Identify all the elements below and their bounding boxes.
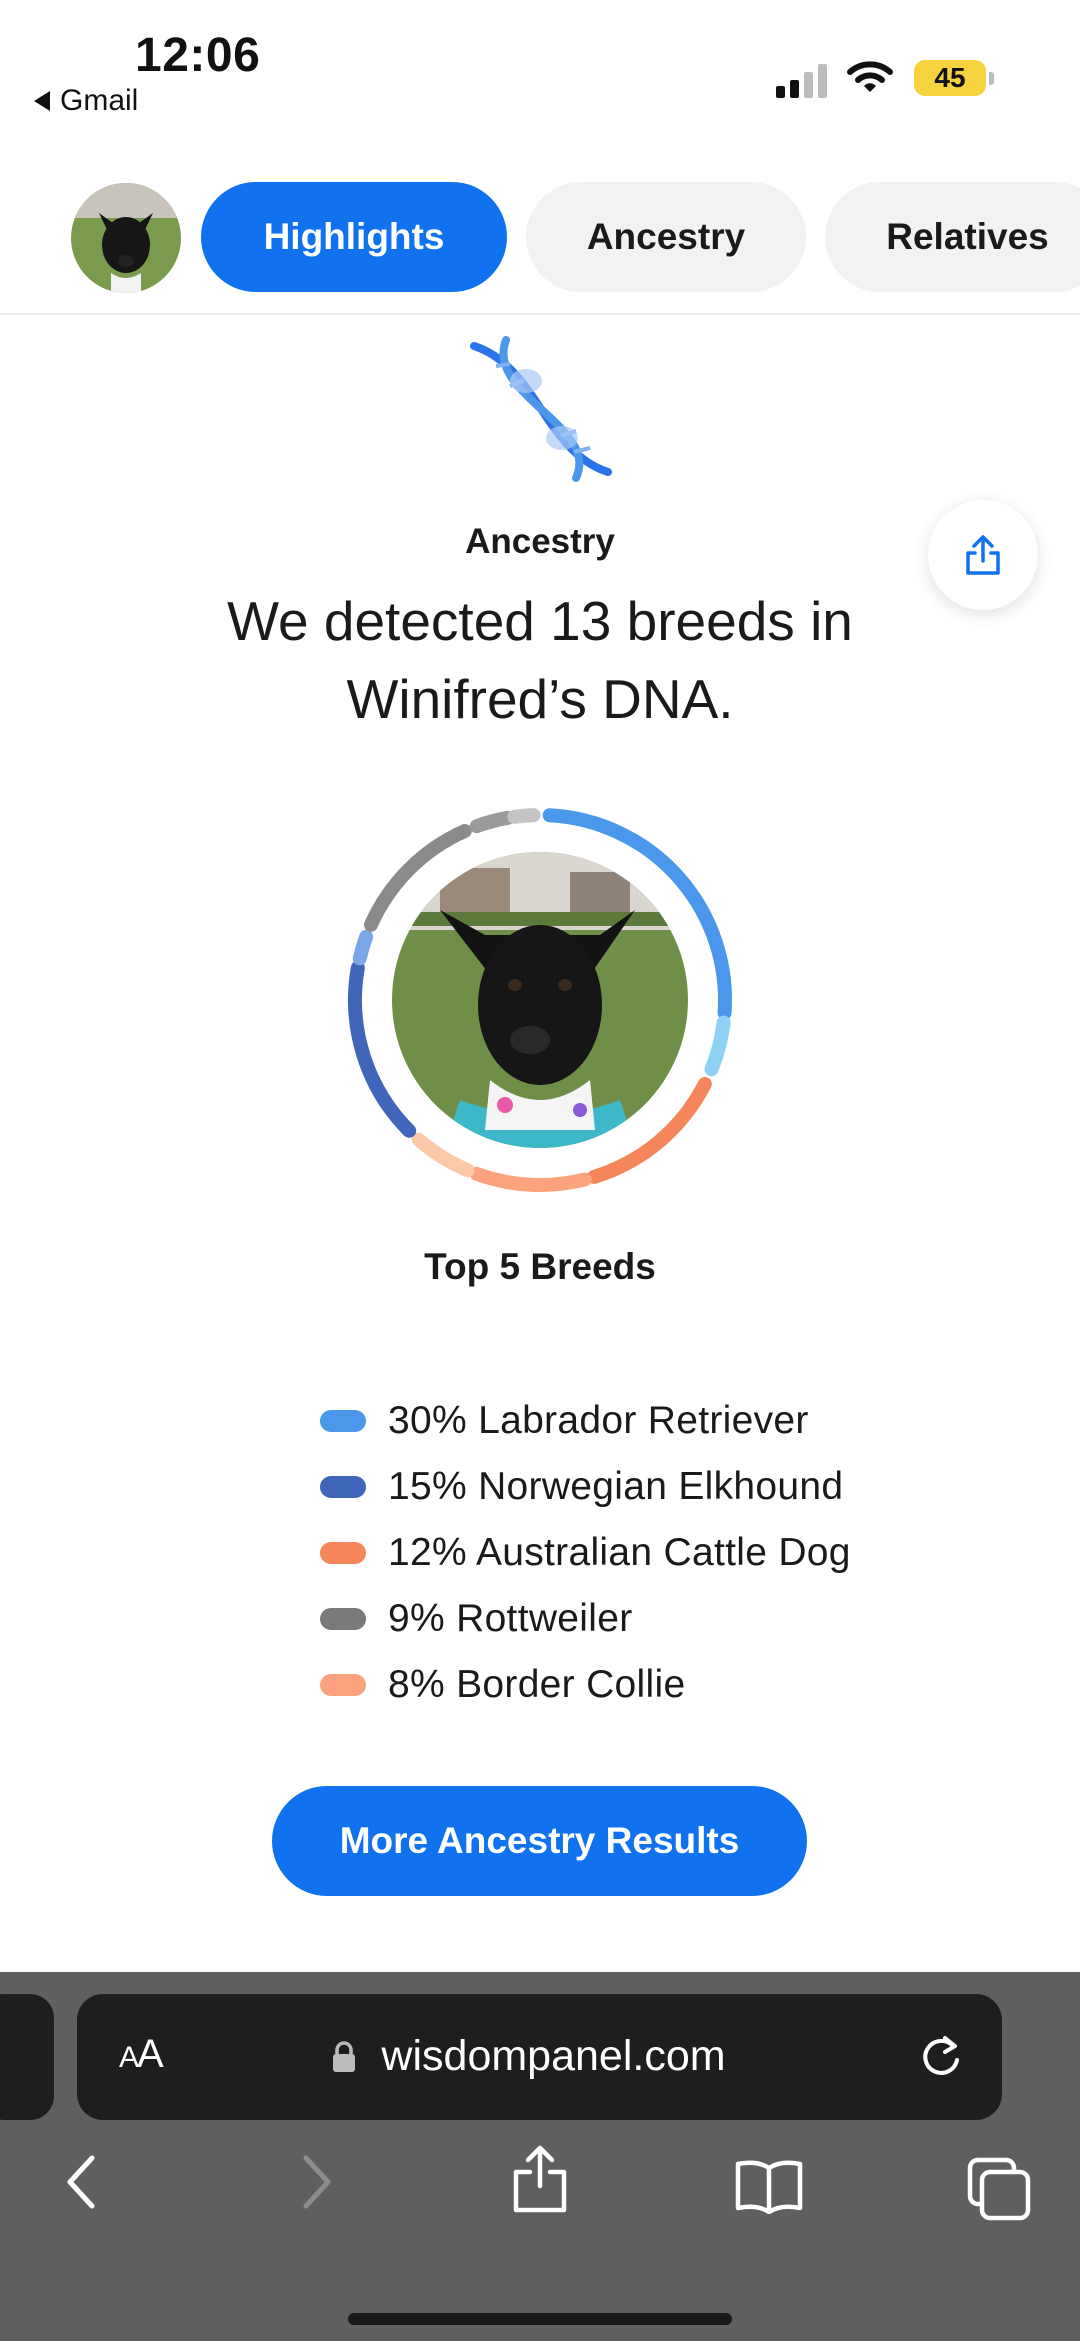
ring-segment — [507, 808, 541, 824]
share-button[interactable] — [928, 500, 1038, 610]
tab-relatives[interactable]: Relatives — [825, 182, 1080, 292]
legend-item: 9% Rottweiler — [320, 1586, 851, 1652]
url-text: wisdompanel.com — [381, 2032, 726, 2080]
back-icon[interactable] — [62, 2152, 102, 2212]
dna-icon — [470, 336, 612, 482]
legend-item: 15% Norwegian Elkhound — [320, 1454, 851, 1520]
forward-icon[interactable] — [296, 2152, 336, 2212]
share-icon — [966, 535, 1000, 575]
ring-segment — [469, 1166, 592, 1192]
ring-segment — [704, 1015, 731, 1077]
reload-icon[interactable] — [917, 2030, 965, 2082]
browser-toolbar: AA wisdompanel.com — [0, 1972, 1080, 2341]
tabs-icon[interactable] — [966, 2156, 1032, 2222]
dog-avatar[interactable] — [71, 183, 181, 293]
address-bar[interactable]: AA wisdompanel.com — [77, 1994, 1002, 2120]
legend-label: 9% Rottweiler — [388, 1597, 633, 1640]
section-label: Ancestry — [465, 522, 615, 561]
legend-item: 12% Australian Cattle Dog — [320, 1520, 851, 1586]
tab-ancestry[interactable]: Ancestry — [526, 182, 806, 292]
status-bar: 12:06 Gmail 45 — [0, 0, 1080, 160]
legend-swatch — [320, 1608, 366, 1630]
tab-label: Ancestry — [586, 216, 746, 257]
top-tab-bar: Highlights Ancestry Relatives — [0, 180, 1080, 296]
wifi-icon — [847, 61, 893, 92]
ring-segment — [352, 929, 374, 966]
legend-swatch — [320, 1542, 366, 1564]
tab-label: Relatives — [886, 216, 1049, 257]
back-label: Gmail — [60, 84, 139, 117]
back-arrow-icon — [34, 91, 50, 111]
top-breeds-label: Top 5 Breeds — [424, 1246, 656, 1287]
legend-label: 12% Australian Cattle Dog — [388, 1531, 851, 1574]
back-to-gmail[interactable]: Gmail — [34, 84, 138, 118]
more-ancestry-results-button[interactable]: More Ancestry Results — [272, 1786, 807, 1896]
clock: 12:06 — [135, 29, 261, 82]
cellular-signal-icon — [776, 64, 827, 98]
legend-label: 15% Norwegian Elkhound — [388, 1465, 844, 1508]
tab-label: Highlights — [263, 216, 445, 257]
legend-swatch — [320, 1476, 366, 1498]
tab-divider — [0, 313, 1080, 315]
legend-label: 8% Border Collie — [388, 1663, 686, 1706]
legend-swatch — [320, 1410, 366, 1432]
legend-item: 30% Labrador Retriever — [320, 1388, 851, 1454]
legend-label: 30% Labrador Retriever — [388, 1399, 809, 1442]
home-indicator — [348, 2313, 732, 2325]
legend-item: 8% Border Collie — [320, 1652, 851, 1718]
share-sheet-icon[interactable] — [510, 2144, 570, 2214]
battery-indicator: 45 — [914, 60, 994, 96]
previous-tab-peek[interactable] — [0, 1994, 54, 2120]
breed-legend: 30% Labrador Retriever 15% Norwegian Elk… — [320, 1388, 851, 1718]
ring-segment — [469, 810, 515, 834]
ring-segment — [411, 1132, 475, 1178]
legend-swatch — [320, 1674, 366, 1696]
breed-count-headline: We detected 13 breeds in Winifred’s DNA. — [227, 590, 853, 730]
tab-highlights[interactable]: Highlights — [201, 182, 507, 292]
bookmarks-icon[interactable] — [734, 2158, 804, 2214]
battery-level: 45 — [934, 62, 966, 93]
breed-ring-chart — [348, 808, 732, 1192]
